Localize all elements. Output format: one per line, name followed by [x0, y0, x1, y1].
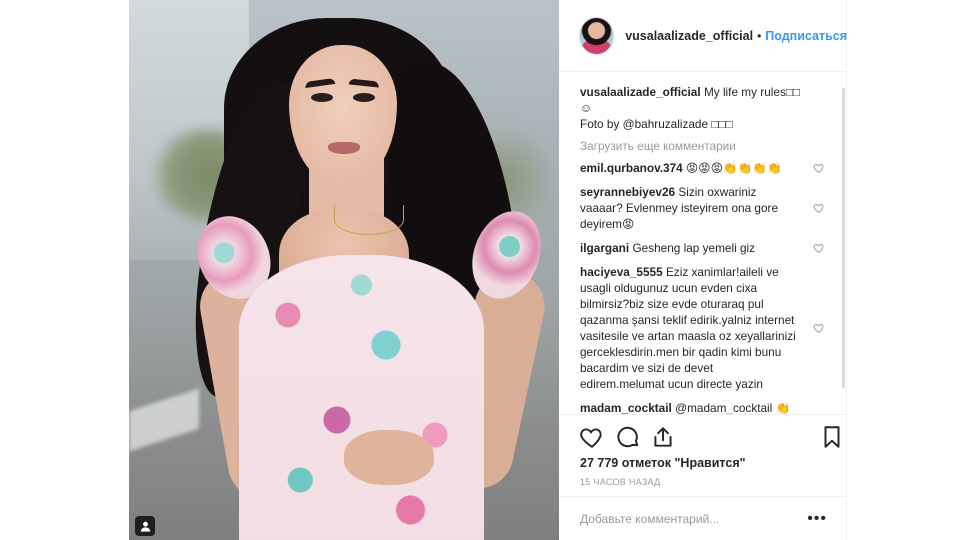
post-side-panel: vusalaalizade_official • Подписаться vus… [559, 0, 847, 540]
heart-icon[interactable] [579, 424, 605, 450]
share-icon[interactable] [650, 424, 676, 450]
comment-username[interactable]: haciyeva_5555 [580, 265, 663, 279]
floral-dress [239, 255, 484, 540]
comment-username[interactable]: madam_cocktail [580, 401, 672, 414]
comment-text: Eziz xanimlar!aileli ve usagli oldugunuz… [580, 265, 796, 391]
likes-count[interactable]: 27 779 отметок "Нравится" [580, 456, 746, 470]
eye [311, 93, 333, 102]
comment-text: Gesheng lap yemeli giz [632, 241, 756, 255]
hands [344, 430, 434, 485]
bookmark-icon[interactable] [819, 424, 845, 450]
more-options-button[interactable]: ••• [807, 510, 827, 528]
post-actions-bar [559, 414, 847, 458]
comments-scrollbar[interactable] [842, 88, 845, 388]
lips [328, 142, 360, 154]
heart-small-icon[interactable] [813, 322, 825, 334]
list-item: ilgargani Gesheng lap yemeli giz [580, 240, 825, 256]
add-comment-bar: ••• [559, 496, 847, 540]
list-item: emil.qurbanov.374 😡😡😡👏👏👏👏 [580, 160, 825, 176]
comment-text: @madam_cocktail 👏 [675, 401, 791, 414]
background-road [129, 388, 199, 452]
load-more-comments-link[interactable]: Загрузить еще комментарии [580, 138, 825, 154]
avatar[interactable] [579, 16, 615, 55]
heart-small-icon[interactable] [813, 202, 825, 214]
heart-small-icon[interactable] [813, 242, 825, 254]
caption-text: ☺ [580, 101, 593, 115]
caption-username[interactable]: vusalaalizade_official [580, 85, 701, 99]
comment-username[interactable]: ilgargani [580, 241, 629, 255]
list-item: seyrannebiyev26 Sizin oxwariniz vaaaar? … [580, 184, 825, 232]
comments-list[interactable]: vusalaalizade_official My life my rules□… [559, 72, 847, 414]
list-item: haciyeva_5555 Eziz xanimlar!aileli ve us… [580, 264, 825, 392]
follow-button[interactable]: Подписаться [765, 29, 847, 43]
post-photo[interactable] [129, 0, 559, 540]
necklace [334, 205, 404, 235]
list-item: madam_cocktail @madam_cocktail 👏 [580, 400, 825, 414]
heart-small-icon[interactable] [813, 162, 825, 174]
eye [353, 93, 375, 102]
post-timestamp[interactable]: 15 ЧАСОВ НАЗАД [580, 477, 661, 487]
separator-dot: • [757, 28, 762, 43]
comment-username[interactable]: emil.qurbanov.374 [580, 161, 683, 175]
comment-input[interactable] [580, 511, 808, 526]
comment-icon[interactable] [615, 424, 641, 450]
caption-text: Foto by @bahruzalizade □□□ [580, 117, 733, 131]
comment-username[interactable]: seyrannebiyev26 [580, 185, 675, 199]
user-tag-icon[interactable] [135, 516, 155, 536]
post-caption: vusalaalizade_official My life my rules□… [580, 84, 825, 132]
header-username[interactable]: vusalaalizade_official [625, 29, 753, 43]
comment-text: 😡😡😡👏👏👏👏 [686, 161, 782, 175]
caption-text: My life my rules□□ [703, 85, 801, 99]
post-header: vusalaalizade_official • Подписаться [559, 0, 847, 72]
